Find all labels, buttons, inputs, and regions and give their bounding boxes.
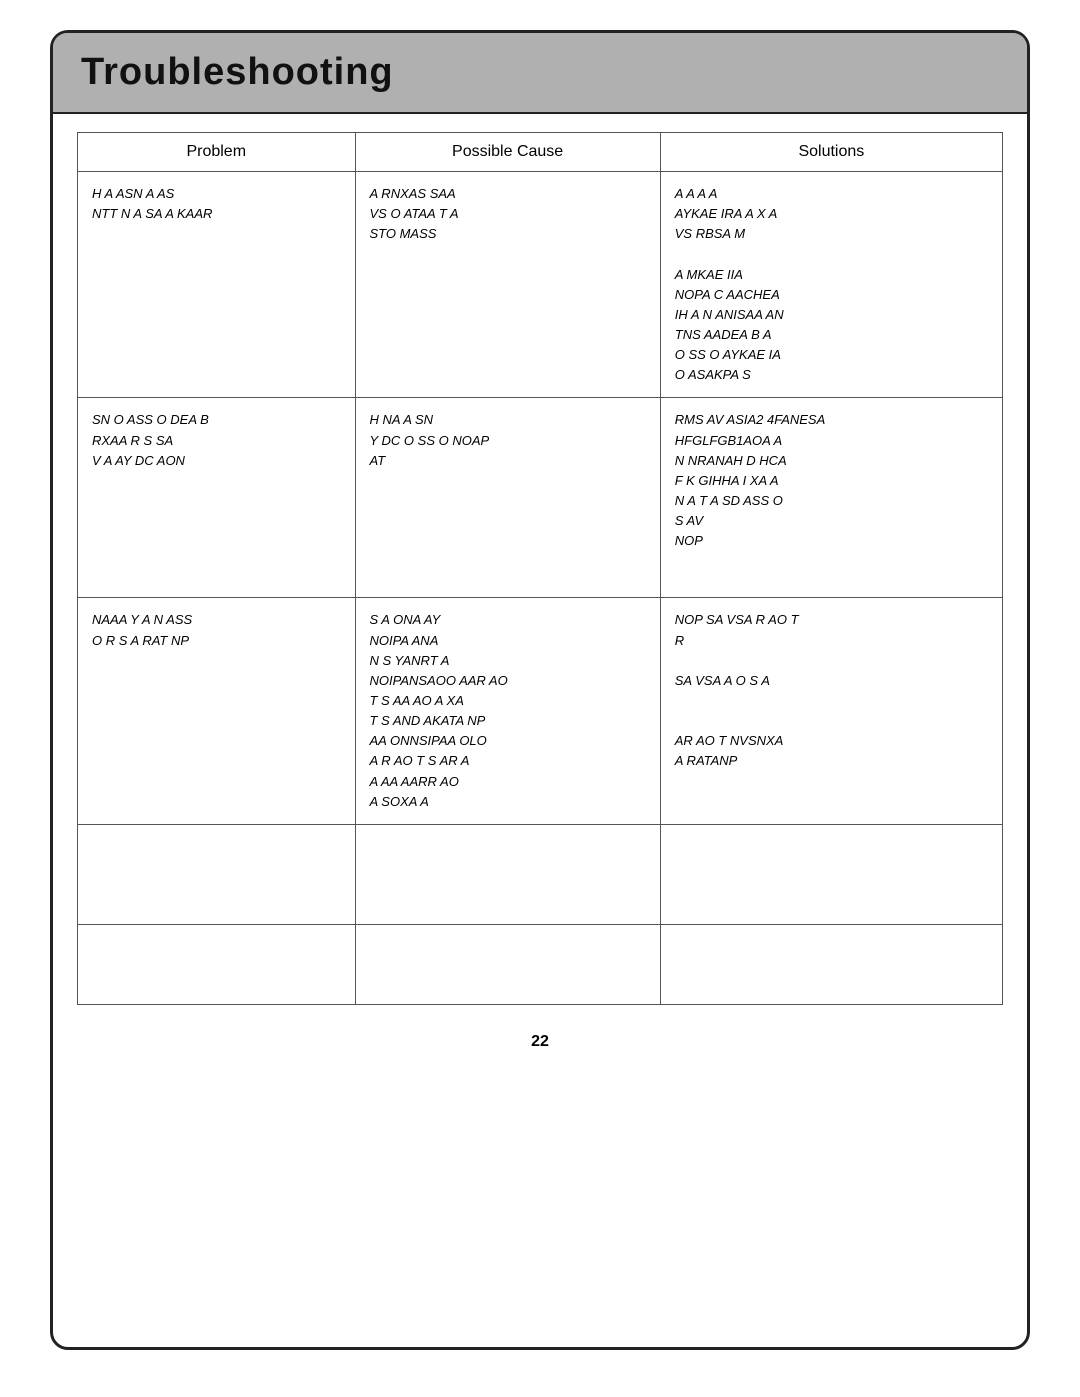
- cause-cell-3: S A ONA AY NOIPA ANA N S YANRT A NOIPANS…: [355, 598, 660, 824]
- solution-cell-3: NOP SA VSA R AO T R SA VSA A O S A AR AO…: [660, 598, 1002, 824]
- table-row: NAAA Y A N ASS O R S A RAT NP S A ONA AY…: [78, 598, 1003, 824]
- header-cause: Possible Cause: [355, 133, 660, 172]
- solution-cell-1: A A A A AYKAE IRA A X A VS RBSA M A MKAE…: [660, 172, 1002, 398]
- table-area: Problem Possible Cause Solutions H A ASN…: [53, 114, 1027, 1015]
- page-title: Troubleshooting: [81, 51, 999, 94]
- page-number: 22: [53, 1033, 1027, 1051]
- title-bar: Troubleshooting: [53, 33, 1027, 114]
- table-row: [78, 924, 1003, 1004]
- table-row: [78, 824, 1003, 924]
- header-problem: Problem: [78, 133, 356, 172]
- cause-cell-1: A RNXAS SAA VS O ATAA T A STO MASS: [355, 172, 660, 398]
- page-container: Troubleshooting Problem Possible Cause S…: [50, 30, 1030, 1350]
- table-row: H A ASN A AS NTT N A SA A KAAR A RNXAS S…: [78, 172, 1003, 398]
- solution-cell-5: [660, 924, 1002, 1004]
- table-row: SN O ASS O DEA B RXAA R S SA V A AY DC A…: [78, 398, 1003, 598]
- solution-cell-4: [660, 824, 1002, 924]
- header-solutions: Solutions: [660, 133, 1002, 172]
- cause-cell-5: [355, 924, 660, 1004]
- solution-cell-2: RMS AV ASIA2 4FANESA HFGLFGB1AOA A N NRA…: [660, 398, 1002, 598]
- troubleshooting-table: Problem Possible Cause Solutions H A ASN…: [77, 132, 1003, 1005]
- problem-cell-5: [78, 924, 356, 1004]
- problem-cell-2: SN O ASS O DEA B RXAA R S SA V A AY DC A…: [78, 398, 356, 598]
- cause-cell-4: [355, 824, 660, 924]
- problem-cell-3: NAAA Y A N ASS O R S A RAT NP: [78, 598, 356, 824]
- problem-cell-4: [78, 824, 356, 924]
- problem-cell-1: H A ASN A AS NTT N A SA A KAAR: [78, 172, 356, 398]
- cause-cell-2: H NA A SN Y DC O SS O NOAP AT: [355, 398, 660, 598]
